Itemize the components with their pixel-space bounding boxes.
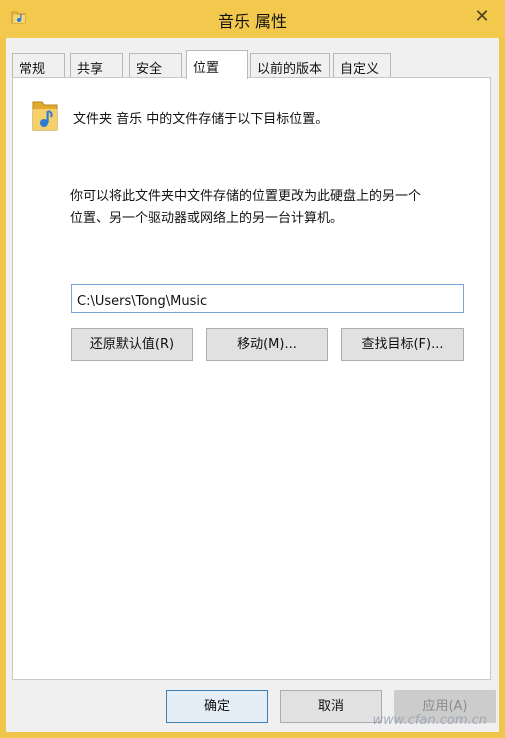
restore-default-button[interactable]: 还原默认值(R) bbox=[71, 328, 193, 361]
close-button[interactable]: ✕ bbox=[469, 6, 495, 28]
dialog-client: 常规 共享 安全 位置 以前的版本 自定义 文件夹 音乐 中的文件存储于以下目标… bbox=[6, 38, 499, 732]
tab-customize[interactable]: 自定义 bbox=[333, 53, 391, 77]
description-line-2: 位置、另一个驱动器或网络上的另一台计算机。 bbox=[70, 211, 344, 226]
ok-button[interactable]: 确定 bbox=[166, 690, 268, 723]
window-title: 音乐 属性 bbox=[217, 12, 288, 31]
cancel-button[interactable]: 取消 bbox=[280, 690, 382, 723]
path-input[interactable] bbox=[71, 284, 464, 313]
tab-strip: 常规 共享 安全 位置 以前的版本 自定义 bbox=[12, 50, 496, 79]
location-description: 你可以将此文件夹中文件存储的位置更改为此硬盘上的另一个 位置、另一个驱动器或网络… bbox=[70, 186, 470, 230]
find-target-button[interactable]: 查找目标(F)... bbox=[341, 328, 464, 361]
tab-sharing[interactable]: 共享 bbox=[70, 53, 123, 77]
description-line-1: 你可以将此文件夹中文件存储的位置更改为此硬盘上的另一个 bbox=[70, 189, 422, 204]
move-button[interactable]: 移动(M)... bbox=[206, 328, 328, 361]
tab-location[interactable]: 位置 bbox=[186, 50, 248, 79]
properties-window: 音乐 属性 ✕ 常规 共享 安全 位置 以前的版本 自定义 文件夹 音乐 中的文… bbox=[0, 0, 505, 738]
tab-previous-versions[interactable]: 以前的版本 bbox=[250, 53, 330, 77]
title-bar[interactable]: 音乐 属性 ✕ bbox=[0, 0, 505, 38]
close-icon: ✕ bbox=[474, 6, 490, 27]
music-folder-icon bbox=[31, 98, 59, 134]
site-watermark: www.cfan.com.cn bbox=[372, 713, 487, 728]
location-panel: 文件夹 音乐 中的文件存储于以下目标位置。 你可以将此文件夹中文件存储的位置更改… bbox=[12, 77, 491, 680]
tab-security[interactable]: 安全 bbox=[129, 53, 182, 77]
location-heading: 文件夹 音乐 中的文件存储于以下目标位置。 bbox=[73, 112, 329, 127]
tab-general[interactable]: 常规 bbox=[12, 53, 65, 77]
